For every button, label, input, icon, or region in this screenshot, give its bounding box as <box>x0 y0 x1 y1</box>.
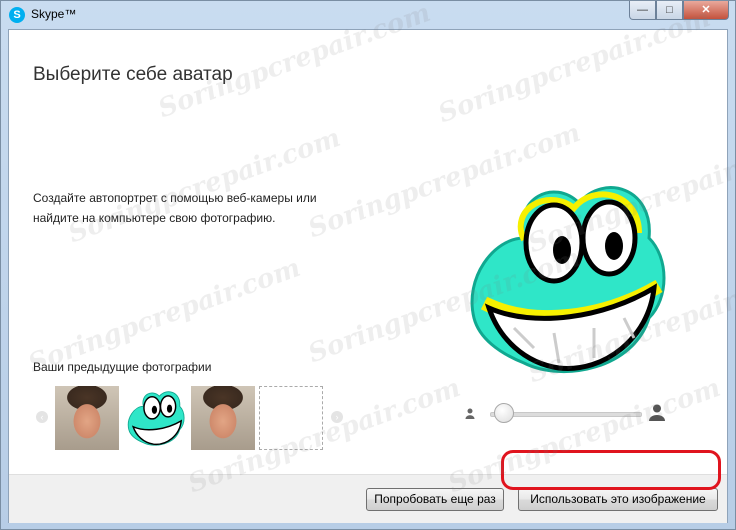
thumbnail-frog[interactable] <box>123 386 187 450</box>
person-photo-image <box>191 386 255 450</box>
page-title: Выберите себе аватар <box>33 64 233 85</box>
description-text: Создайте автопортрет с помощью веб-камер… <box>33 191 317 225</box>
close-button[interactable]: ✕ <box>683 1 729 20</box>
skype-logo-icon: S <box>9 7 25 23</box>
title-bar[interactable]: S Skype™ — □ ✕ <box>1 1 735 29</box>
caption-buttons: — □ ✕ <box>629 1 729 21</box>
window-title: Skype™ <box>31 7 77 21</box>
thumbnail-empty-slot[interactable] <box>259 386 323 450</box>
minimize-button[interactable]: — <box>629 1 656 20</box>
avatar-preview-frog <box>470 186 666 374</box>
zoom-slider[interactable] <box>464 403 665 423</box>
thumbnail-photo-1[interactable] <box>55 386 119 450</box>
person-photo-image <box>55 386 119 450</box>
zoom-handle[interactable] <box>493 403 514 423</box>
frog-avatar-image <box>127 391 185 446</box>
retry-button[interactable]: Попробовать еще раз <box>366 488 504 511</box>
person-small-icon <box>465 408 475 419</box>
person-large-icon <box>649 404 665 421</box>
previous-photos-label: Ваши предыдущие фотографии <box>33 360 212 374</box>
chevron-left-icon[interactable]: ‹ <box>36 411 48 423</box>
maximize-button[interactable]: □ <box>656 1 683 20</box>
thumbnail-photo-2[interactable] <box>191 386 255 450</box>
red-highlight-annotation <box>501 450 721 490</box>
client-area: Выберите себе аватар Создайте автопортре… <box>8 29 728 523</box>
use-image-button[interactable]: Использовать это изображение <box>518 488 718 511</box>
skype-window: S Skype™ — □ ✕ Выберите себе аватар Созд… <box>0 0 736 530</box>
chevron-right-icon[interactable]: › <box>331 411 343 423</box>
thumbnail-strip <box>55 386 323 450</box>
